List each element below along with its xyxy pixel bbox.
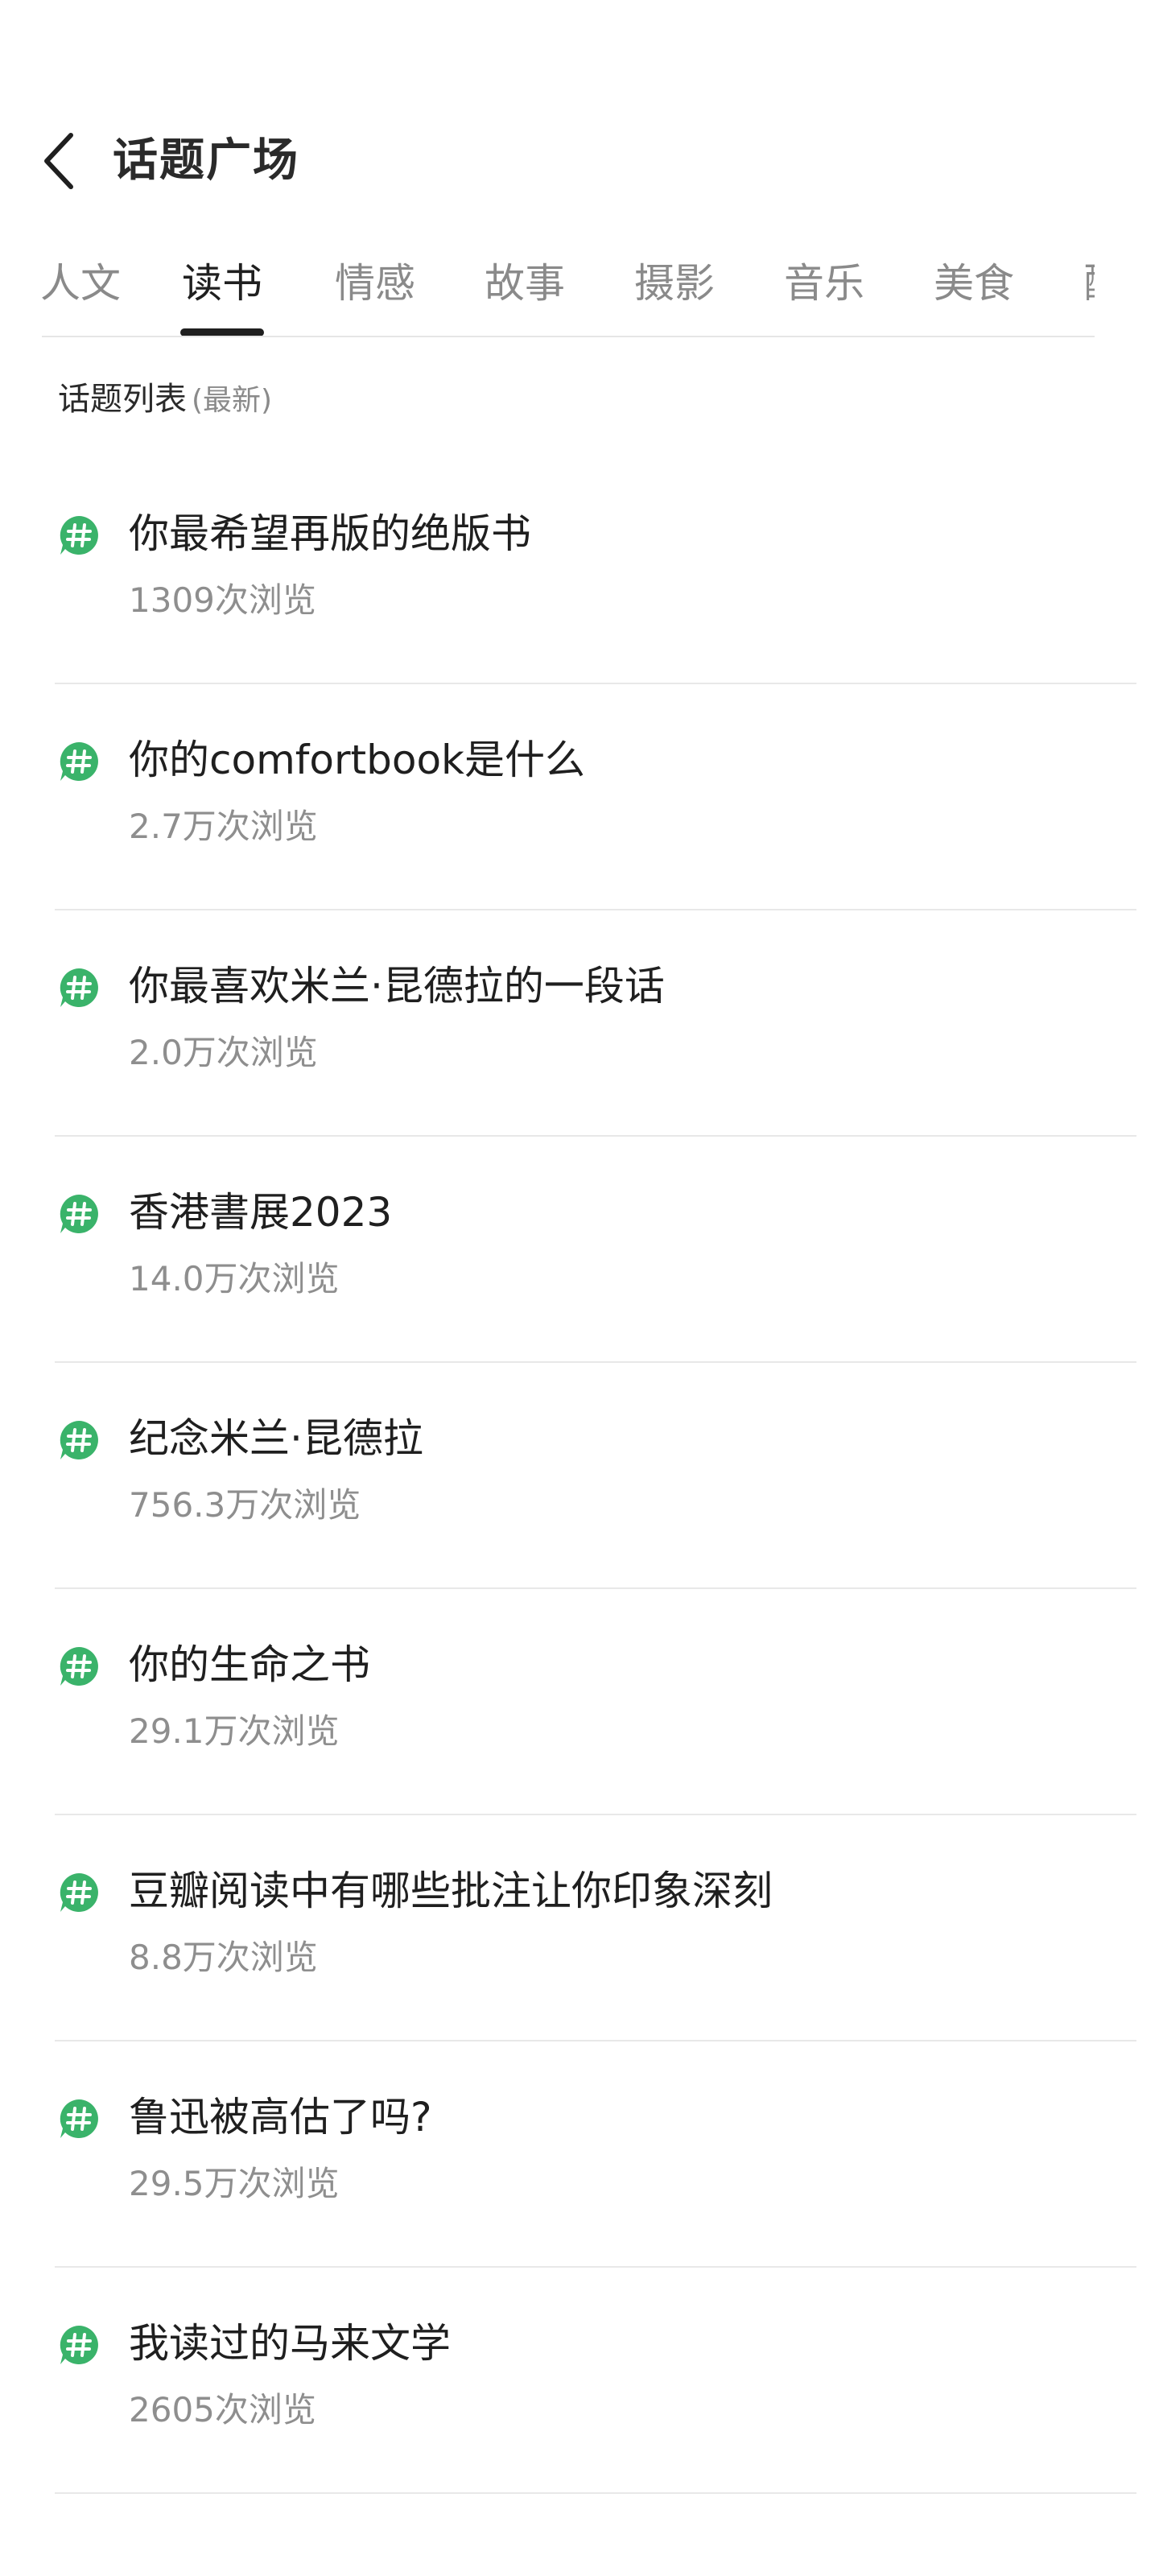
tab-emotion[interactable]: 情感 xyxy=(335,258,415,309)
topic-title: 豆瓣阅读中有哪些批注让你印象深刻 xyxy=(129,1868,773,1914)
section-title: 话题列表 xyxy=(58,381,187,418)
hashtag-bubble-icon xyxy=(58,1419,100,1461)
topic-view-count: 1309次浏览 xyxy=(129,580,316,620)
hashtag-bubble-icon xyxy=(58,967,100,1009)
hashtag-bubble-icon xyxy=(58,2098,100,2140)
hashtag-bubble-icon xyxy=(58,2324,100,2366)
topic-list-item[interactable]: 我读过的马来文学 2605次浏览 xyxy=(0,2268,1159,2494)
section-heading: 话题列表 (最新) xyxy=(58,377,272,428)
list-divider xyxy=(55,2492,1136,2494)
topic-title: 你的comfortbook是什么 xyxy=(129,737,586,783)
topic-title: 你的生命之书 xyxy=(129,1641,370,1688)
topic-view-count: 756.3万次浏览 xyxy=(129,1485,361,1525)
tab-music[interactable]: 音乐 xyxy=(784,258,864,309)
topic-list-item[interactable]: 你的生命之书 29.1万次浏览 xyxy=(0,1589,1159,1815)
topic-list-item[interactable]: 纪念米兰·昆德拉 756.3万次浏览 xyxy=(0,1363,1159,1589)
header: 话题广场 xyxy=(0,113,1159,209)
tab-story[interactable]: 故事 xyxy=(485,258,565,309)
topic-view-count: 14.0万次浏览 xyxy=(129,1259,340,1298)
tab-partial[interactable]: 配 xyxy=(1083,258,1095,309)
topic-view-count: 2.7万次浏览 xyxy=(129,807,318,846)
back-button[interactable] xyxy=(29,127,87,195)
topic-title: 你最喜欢米兰·昆德拉的一段话 xyxy=(129,963,665,1009)
hashtag-bubble-icon xyxy=(58,741,100,782)
topic-view-count: 29.5万次浏览 xyxy=(129,2164,340,2203)
tab-food[interactable]: 美食 xyxy=(934,258,1014,309)
topic-list-item[interactable]: 鲁迅被高估了吗? 29.5万次浏览 xyxy=(0,2041,1159,2268)
topic-list-item[interactable]: 香港書展2023 14.0万次浏览 xyxy=(0,1137,1159,1363)
topic-view-count: 2605次浏览 xyxy=(129,2390,316,2429)
tab-photography[interactable]: 摄影 xyxy=(634,258,715,309)
tabs-divider xyxy=(42,336,1095,337)
topic-list-item[interactable]: 豆瓣阅读中有哪些批注让你印象深刻 8.8万次浏览 xyxy=(0,1815,1159,2041)
hashtag-bubble-icon xyxy=(58,514,100,556)
hashtag-bubble-icon xyxy=(58,1872,100,1913)
topic-title: 鲁迅被高估了吗? xyxy=(129,2094,432,2140)
topic-square-page: 话题广场 人文 读书 情感 故事 摄影 音乐 美食 配 话题列表(最新) 你最希… xyxy=(0,0,1159,2576)
topic-list-item[interactable]: 你最希望再版的绝版书 1309次浏览 xyxy=(0,458,1159,684)
tab-reading[interactable]: 读书 xyxy=(182,258,262,309)
hashtag-bubble-icon xyxy=(58,1193,100,1235)
topic-title: 你最希望再版的绝版书 xyxy=(129,510,531,557)
hashtag-bubble-icon xyxy=(58,1645,100,1687)
topic-list-item[interactable]: 你最喜欢米兰·昆德拉的一段话 2.0万次浏览 xyxy=(0,910,1159,1137)
section-subtitle: (最新) xyxy=(192,384,273,417)
topic-list: 你最希望再版的绝版书 1309次浏览你的comfortbook是什么 2.7万次浏览… xyxy=(0,458,1159,2494)
topic-view-count: 8.8万次浏览 xyxy=(129,1938,318,1977)
category-tabs: 人文 读书 情感 故事 摄影 音乐 美食 配 xyxy=(0,242,1095,338)
chevron-left-icon xyxy=(44,133,73,189)
topic-title: 纪念米兰·昆德拉 xyxy=(129,1415,423,1462)
topic-view-count: 29.1万次浏览 xyxy=(129,1711,340,1751)
tab-humanities[interactable]: 人文 xyxy=(40,258,121,309)
topic-list-item[interactable]: 你的comfortbook是什么 2.7万次浏览 xyxy=(0,684,1159,910)
topic-title: 我读过的马来文学 xyxy=(129,2320,451,2367)
page-title: 话题广场 xyxy=(113,134,299,187)
topic-view-count: 2.0万次浏览 xyxy=(129,1033,318,1072)
topic-title: 香港書展2023 xyxy=(129,1189,393,1236)
